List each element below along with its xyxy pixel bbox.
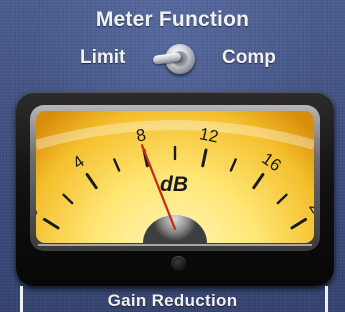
meter-face: 0 4 8 12 16 20 dB — [36, 111, 314, 243]
scale-label: 12 — [198, 124, 220, 146]
gain-reduction-label: Gain Reduction — [107, 291, 238, 310]
unit-label: dB — [160, 173, 188, 196]
limit-label: Limit — [80, 47, 126, 68]
gain-reduction-meter: 048 121620 dB — [36, 111, 314, 243]
meter-glass-highlight — [38, 244, 312, 246]
zero-adjust-screw[interactable] — [171, 256, 186, 271]
meter-function-title: Meter Function — [95, 8, 250, 31]
meter-function-toggle[interactable] — [151, 40, 207, 78]
comp-label: Comp — [222, 47, 276, 68]
